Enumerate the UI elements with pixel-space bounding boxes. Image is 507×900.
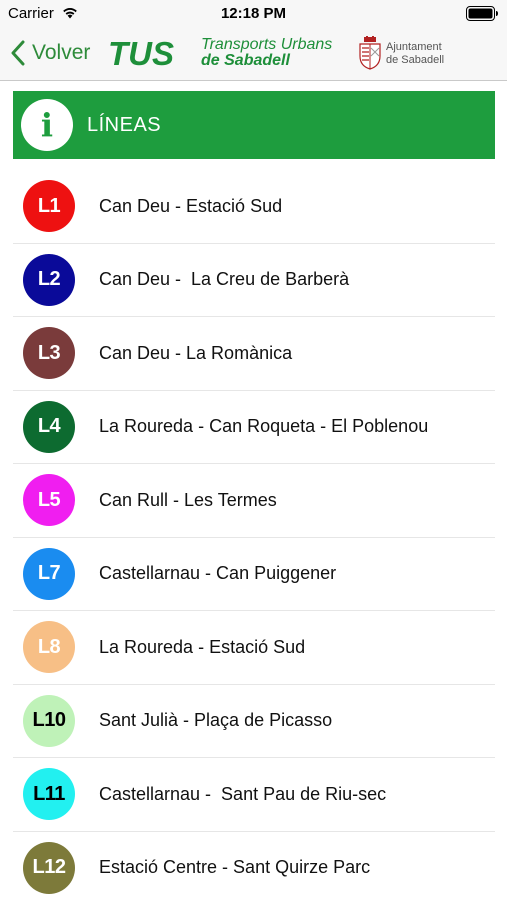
line-badge: L7 bbox=[23, 547, 75, 600]
bus-lines-list: L1 Can Deu - Estació Sud L2 Can Deu - La Cr… bbox=[13, 170, 495, 900]
chevron-left-icon bbox=[11, 40, 25, 66]
line-row-l12[interactable]: L12 Estació Centre - Sant Quirze Parc bbox=[13, 832, 495, 900]
status-bar: Carrier 12:18 PM bbox=[0, 0, 507, 28]
line-route-name: Castellarnau - Sant Pau de Riu-sec bbox=[99, 783, 387, 804]
line-row-l4[interactable]: L4 La Roureda - Can Roqueta - El Poblenou bbox=[13, 391, 495, 464]
council-name-line2: de Sabadell bbox=[386, 54, 445, 66]
line-row-l10[interactable]: L10 Sant Julià - Plaça de Picasso bbox=[13, 685, 495, 758]
battery-icon bbox=[466, 6, 498, 21]
line-route-name: Can Deu - La Romànica bbox=[99, 342, 293, 363]
line-route-name: Castellarnau - Can Puiggener bbox=[99, 563, 337, 584]
section-title: LÍNEAS bbox=[87, 113, 162, 136]
clock: 12:18 PM bbox=[220, 5, 287, 22]
line-row-l11[interactable]: L11 Castellarnau - Sant Pau de Riu-sec bbox=[13, 758, 495, 832]
line-badge: L12 bbox=[23, 841, 75, 894]
line-badge: L5 bbox=[23, 474, 75, 527]
line-route-name: La Roureda - Estació Sud bbox=[99, 636, 306, 657]
line-route-name: Can Deu - Estació Sud bbox=[99, 195, 283, 216]
line-row-l3[interactable]: L3 Can Deu - La Romànica bbox=[13, 317, 495, 391]
line-badge: L11 bbox=[23, 768, 75, 821]
line-row-l1[interactable]: L1 Can Deu - Estació Sud bbox=[13, 170, 495, 244]
line-route-name: Can Rull - Les Termes bbox=[99, 489, 277, 510]
line-row-l2[interactable]: L2 Can Deu - La Creu de Barberà bbox=[13, 244, 495, 317]
back-label: Volver bbox=[32, 41, 91, 64]
brand-name-line2: de Sabadell bbox=[201, 52, 290, 69]
line-row-l8[interactable]: L8 La Roureda - Estació Sud bbox=[13, 611, 495, 685]
line-route-name: Estació Centre - Sant Quirze Parc bbox=[99, 857, 371, 878]
line-badge: L8 bbox=[23, 621, 75, 674]
line-badge: L3 bbox=[23, 327, 75, 380]
line-row-l5[interactable]: L5 Can Rull - Les Termes bbox=[13, 464, 495, 538]
line-route-name: La Roureda - Can Roqueta - El Poblenou bbox=[99, 416, 429, 437]
council-name-line1: Ajuntament bbox=[386, 41, 442, 53]
tus-logo: TUS bbox=[108, 37, 174, 69]
line-badge: L10 bbox=[23, 694, 75, 747]
line-route-name: Sant Julià - Plaça de Picasso bbox=[99, 710, 333, 731]
line-badge: L4 bbox=[23, 400, 75, 453]
info-icon: i bbox=[21, 99, 73, 151]
line-row-l7[interactable]: L7 Castellarnau - Can Puiggener bbox=[13, 538, 495, 611]
back-button[interactable]: Volver bbox=[10, 38, 90, 68]
app-screen: Carrier 12:18 PM Volver TUS Transports U… bbox=[0, 0, 507, 900]
coat-of-arms-icon bbox=[359, 36, 381, 70]
line-badge: L1 bbox=[23, 180, 75, 233]
line-route-name: Can Deu - La Creu de Barberà bbox=[99, 269, 350, 290]
navigation-bar: Volver TUS Transports Urbans de Sabadell… bbox=[0, 28, 507, 81]
lines-header: i LÍNEAS bbox=[13, 91, 495, 159]
svg-text:TUS: TUS bbox=[108, 37, 174, 69]
line-badge: L2 bbox=[23, 253, 75, 306]
